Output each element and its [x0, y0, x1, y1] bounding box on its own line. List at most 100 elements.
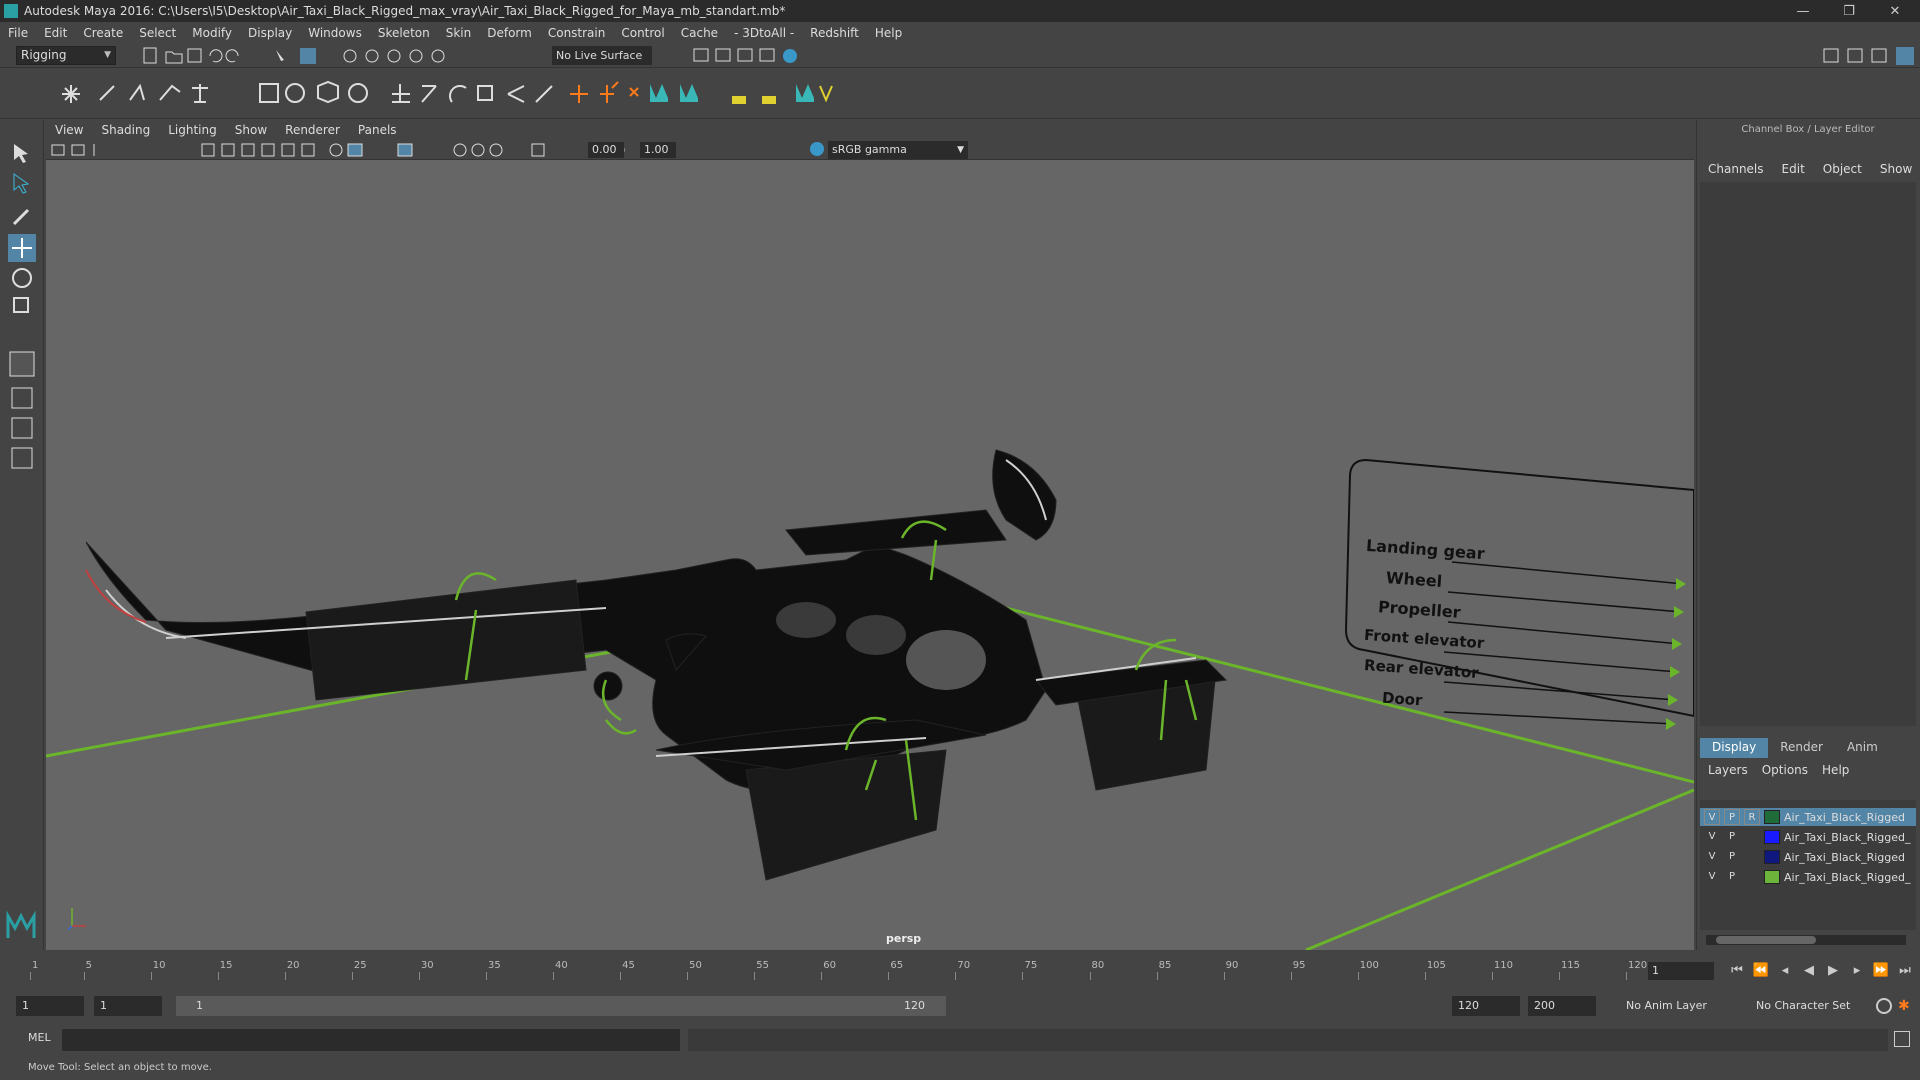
layer-playback-toggle[interactable]: P — [1724, 869, 1740, 885]
go-to-start-button[interactable]: ⏮ — [1728, 962, 1746, 980]
panel-layout-icons[interactable] — [1820, 46, 1920, 66]
layer-visibility-toggle[interactable]: V — [1704, 829, 1720, 845]
panel-menu-panels[interactable]: Panels — [349, 123, 406, 137]
minimize-button[interactable]: — — [1780, 0, 1826, 22]
menu-control[interactable]: Control — [613, 26, 672, 40]
menu-skin[interactable]: Skin — [438, 26, 480, 40]
menu-windows[interactable]: Windows — [300, 26, 370, 40]
exposure-field[interactable]: 0.00 — [588, 142, 624, 158]
tab-display[interactable]: Display — [1700, 738, 1769, 758]
close-button[interactable]: ✕ — [1872, 0, 1918, 22]
range-slider[interactable]: 1 120 — [176, 996, 946, 1016]
ik-spline-icon — [129, 83, 145, 101]
layer-reference-toggle[interactable]: R — [1744, 809, 1760, 825]
cb-menu-edit[interactable]: Edit — [1782, 162, 1805, 180]
menu-help[interactable]: Help — [867, 26, 910, 40]
menu-cache[interactable]: Cache — [673, 26, 726, 40]
layer-menu-help[interactable]: Help — [1822, 763, 1849, 777]
animation-end-field[interactable]: 200 — [1528, 996, 1596, 1016]
menu-3dtoall[interactable]: - 3DtoAll - — [726, 26, 802, 40]
play-forwards-button[interactable]: ▶ — [1824, 962, 1842, 980]
gamma-field[interactable]: 1.00 — [640, 142, 676, 158]
script-editor-icon[interactable] — [1894, 1031, 1910, 1047]
play-backwards-button[interactable]: ◀ — [1800, 962, 1818, 980]
layer-reference-toggle[interactable] — [1744, 869, 1760, 885]
playback-start-field[interactable]: 1 — [94, 996, 162, 1016]
layer-playback-toggle[interactable]: P — [1724, 809, 1740, 825]
panel-menu-show[interactable]: Show — [226, 123, 276, 137]
menu-set-value: Rigging — [21, 48, 67, 62]
layer-row[interactable]: V P Air_Taxi_Black_Rigged — [1700, 848, 1916, 866]
layer-visibility-toggle[interactable]: V — [1704, 809, 1720, 825]
render-icons[interactable] — [690, 46, 830, 66]
layer-row[interactable]: V P Air_Taxi_Black_Rigged_ — [1700, 828, 1916, 846]
snap-grid-icon — [343, 49, 357, 63]
menu-set-dropdown[interactable]: Rigging ▼ — [16, 46, 116, 65]
maya-app-icon — [4, 4, 18, 18]
playback-end-field[interactable]: 120 — [1452, 996, 1520, 1016]
toolbox-icons[interactable] — [8, 140, 36, 480]
mel-input[interactable] — [62, 1029, 680, 1051]
restore-button[interactable]: ❐ — [1826, 0, 1872, 22]
layer-color-swatch[interactable] — [1764, 870, 1780, 884]
channel-box-area[interactable] — [1700, 182, 1916, 726]
step-forward-key-button[interactable]: ⏩ — [1872, 962, 1890, 980]
menu-skeleton[interactable]: Skeleton — [370, 26, 438, 40]
anim-layer-dropdown[interactable]: No Anim Layer — [1620, 996, 1740, 1016]
menu-display[interactable]: Display — [240, 26, 300, 40]
step-back-key-button[interactable]: ⏪ — [1752, 962, 1770, 980]
menu-deform[interactable]: Deform — [479, 26, 540, 40]
layer-color-swatch[interactable] — [1764, 810, 1780, 824]
cb-menu-channels[interactable]: Channels — [1708, 162, 1764, 180]
layer-reference-toggle[interactable] — [1744, 849, 1760, 865]
time-slider[interactable]: 1 5 10 15 20 25 30 35 40 45 50 55 60 65 70 75 80 85 90 95 10… — [28, 952, 1647, 982]
color-management-icon[interactable] — [810, 142, 824, 156]
viewport-persp[interactable]: Landing gear Wheel Propeller Front eleva… — [46, 160, 1694, 950]
layer-playback-toggle[interactable]: P — [1724, 849, 1740, 865]
menu-modify[interactable]: Modify — [184, 26, 240, 40]
panel-menu-lighting[interactable]: Lighting — [159, 123, 226, 137]
scrollbar-thumb[interactable] — [1716, 936, 1816, 944]
timeline-tick-mark — [150, 972, 152, 980]
cb-menu-object[interactable]: Object — [1823, 162, 1862, 180]
mel-language-toggle[interactable]: MEL — [28, 1031, 51, 1044]
menu-redshift[interactable]: Redshift — [802, 26, 867, 40]
panel-menu-view[interactable]: View — [46, 123, 92, 137]
layer-playback-toggle[interactable]: P — [1724, 829, 1740, 845]
cb-menu-show[interactable]: Show — [1880, 162, 1912, 180]
menu-file[interactable]: File — [0, 26, 36, 40]
layer-menu-layers[interactable]: Layers — [1708, 763, 1748, 777]
view-transform-dropdown[interactable]: sRGB gamma ▼ — [828, 141, 968, 159]
animation-start-field[interactable]: 1 — [16, 996, 84, 1016]
menu-select[interactable]: Select — [131, 26, 184, 40]
layer-reference-toggle[interactable] — [1744, 829, 1760, 845]
layer-row[interactable]: V P Air_Taxi_Black_Rigged_ — [1700, 868, 1916, 886]
preferences-icon[interactable]: ✱ — [1898, 998, 1914, 1014]
layer-visibility-toggle[interactable]: V — [1704, 849, 1720, 865]
layer-color-swatch[interactable] — [1764, 850, 1780, 864]
layer-list-scrollbar[interactable] — [1706, 935, 1906, 945]
panel-menu-renderer[interactable]: Renderer — [276, 123, 349, 137]
step-back-frame-button[interactable]: ◂ — [1776, 962, 1794, 980]
panel-menu-shading[interactable]: Shading — [92, 123, 159, 137]
character-set-dropdown[interactable]: No Character Set — [1750, 996, 1870, 1016]
step-forward-frame-button[interactable]: ▸ — [1848, 962, 1866, 980]
range-slider-start: 1 — [196, 999, 203, 1012]
layer-menu-options[interactable]: Options — [1762, 763, 1808, 777]
tab-render[interactable]: Render — [1768, 738, 1835, 758]
timeline-tick-label: 80 — [1091, 960, 1105, 971]
menu-edit[interactable]: Edit — [36, 26, 75, 40]
layer-color-swatch[interactable] — [1764, 830, 1780, 844]
layer-row[interactable]: V P R Air_Taxi_Black_Rigged — [1700, 808, 1916, 826]
auto-key-icon[interactable] — [1876, 998, 1892, 1014]
safe-action-icon — [301, 143, 315, 157]
current-frame-field[interactable]: 1 — [1648, 962, 1714, 980]
rigging-shelf-icons[interactable] — [20, 72, 1020, 116]
layer-visibility-toggle[interactable]: V — [1704, 869, 1720, 885]
menu-constrain[interactable]: Constrain — [540, 26, 614, 40]
go-to-end-button[interactable]: ⏭ — [1896, 962, 1914, 980]
menu-create[interactable]: Create — [75, 26, 131, 40]
live-surface-field[interactable]: No Live Surface — [552, 46, 652, 65]
hypershade-icon — [783, 49, 797, 63]
tab-anim[interactable]: Anim — [1835, 738, 1890, 758]
